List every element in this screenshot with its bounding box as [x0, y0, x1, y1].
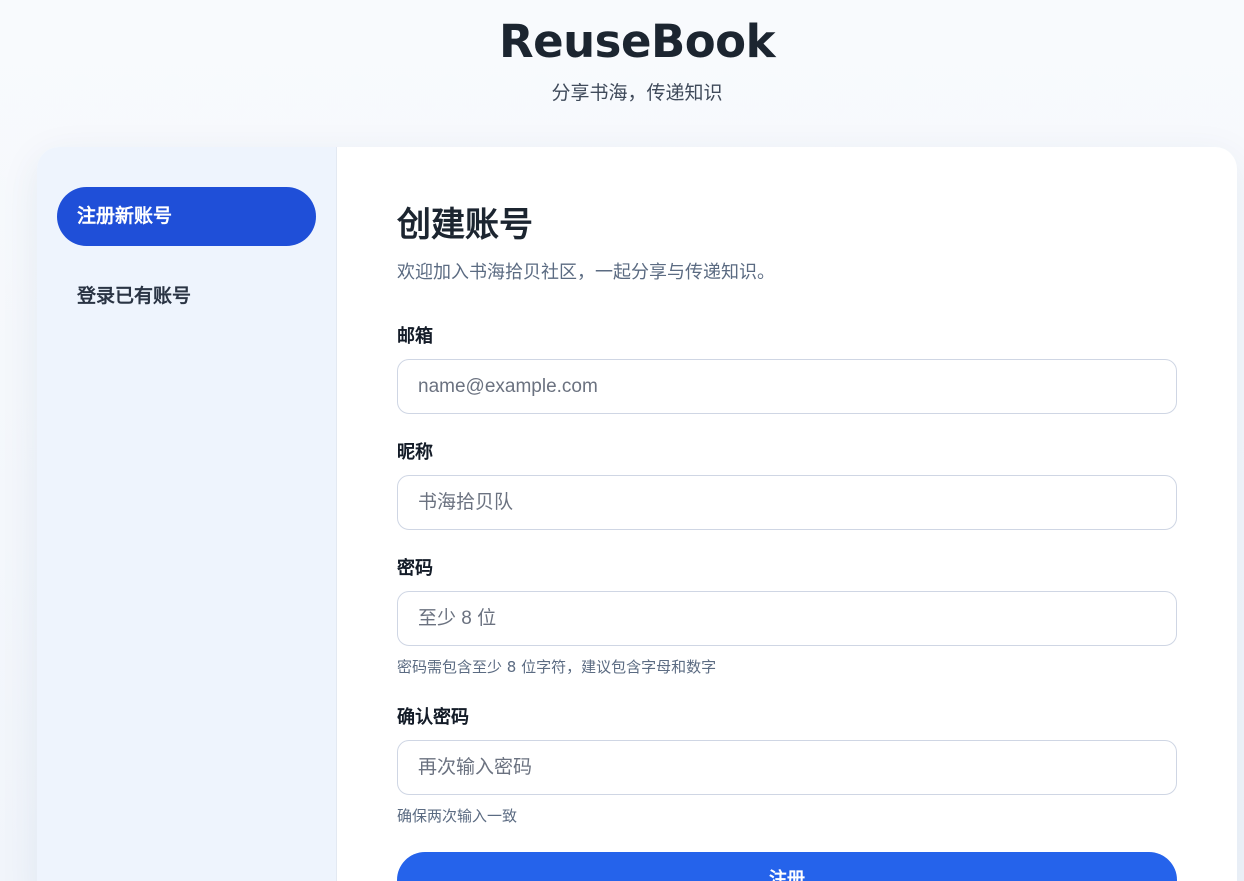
tab-register[interactable]: 注册新账号 — [57, 187, 316, 246]
form-description: 欢迎加入书海拾贝社区，一起分享与传递知识。 — [397, 262, 775, 283]
password-label: 密码 — [397, 558, 433, 579]
confirm-password-label: 确认密码 — [397, 707, 469, 728]
auth-sidebar: 注册新账号 登录已有账号 — [37, 147, 337, 881]
email-field[interactable] — [397, 359, 1177, 414]
nickname-label: 昵称 — [397, 442, 433, 463]
auth-card: 注册新账号 登录已有账号 创建账号 欢迎加入书海拾贝社区，一起分享与传递知识。 … — [37, 147, 1237, 881]
brand-header: ReuseBook 分享书海，传递知识 — [0, 14, 1244, 106]
password-hint: 密码需包含至少 8 位字符，建议包含字母和数字 — [397, 658, 717, 676]
app-title: ReuseBook — [498, 15, 776, 68]
app-tagline: 分享书海，传递知识 — [551, 82, 723, 104]
nickname-field[interactable] — [397, 475, 1177, 530]
email-label: 邮箱 — [397, 326, 433, 347]
tab-login[interactable]: 登录已有账号 — [57, 267, 316, 326]
form-title: 创建账号 — [397, 205, 533, 245]
password-field[interactable] — [397, 591, 1177, 646]
register-button[interactable]: 注册 — [397, 852, 1177, 881]
confirm-password-hint: 确保两次输入一致 — [397, 807, 518, 825]
confirm-password-field[interactable] — [397, 740, 1177, 795]
